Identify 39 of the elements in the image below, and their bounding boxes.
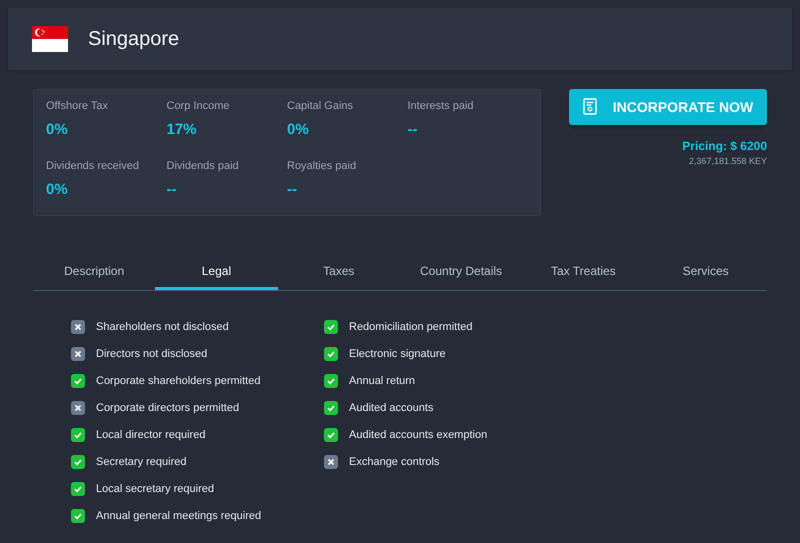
flag-icon [32, 26, 68, 52]
pricing-text: Pricing: $ 6200 [682, 138, 767, 155]
feature-label: Corporate shareholders permitted [96, 374, 260, 389]
stat-value: 0% [287, 120, 310, 140]
feature-label: Local secretary required [96, 482, 214, 497]
stat-label: Interests paid [408, 99, 475, 114]
feature-label: Secretary required [96, 454, 186, 470]
feature-label: Annual general meetings required [96, 508, 262, 524]
tab[interactable]: Country Details [400, 254, 522, 290]
stat-label: Royalties paid [287, 159, 358, 174]
tab[interactable]: Taxes [278, 254, 400, 290]
certificate-icon [582, 98, 597, 116]
feature-label: Audited accounts [349, 400, 434, 416]
stat-value: -- [166, 180, 178, 200]
stat-value: -- [287, 180, 298, 200]
stat-label: Capital Gains [287, 99, 354, 114]
feature-label: Annual return [349, 374, 416, 389]
tab[interactable]: Description [33, 254, 156, 290]
stat-label: Dividends received [46, 159, 140, 174]
feature-label: Directors not disclosed [96, 346, 208, 362]
stat-value: -- [408, 120, 418, 140]
tab[interactable]: Legal [155, 254, 278, 290]
feature-label: Exchange controls [349, 454, 440, 470]
feature-label: Local director required [96, 428, 206, 443]
key-price-text: 2,367,181.558 KEY [688, 155, 767, 168]
stat-value: 0% [46, 180, 69, 200]
stat-label: Corp Income [166, 99, 230, 114]
feature-label: Electronic signature [349, 346, 446, 362]
country-title: Singapore [88, 27, 180, 52]
stat-value: 0% [46, 120, 69, 140]
tab[interactable]: Tax Treaties [522, 254, 644, 290]
stat-label: Dividends paid [166, 159, 240, 174]
stat-label: Offshore Tax [46, 99, 109, 114]
feature-label: Corporate directors permitted [96, 400, 240, 416]
feature-label: Redomiciliation permitted [349, 320, 472, 335]
feature-label: Shareholders not disclosed [96, 320, 229, 335]
tab[interactable]: Services [644, 254, 767, 290]
stat-value: 17% [166, 120, 198, 140]
feature-label: Audited accounts exemption [349, 428, 488, 443]
